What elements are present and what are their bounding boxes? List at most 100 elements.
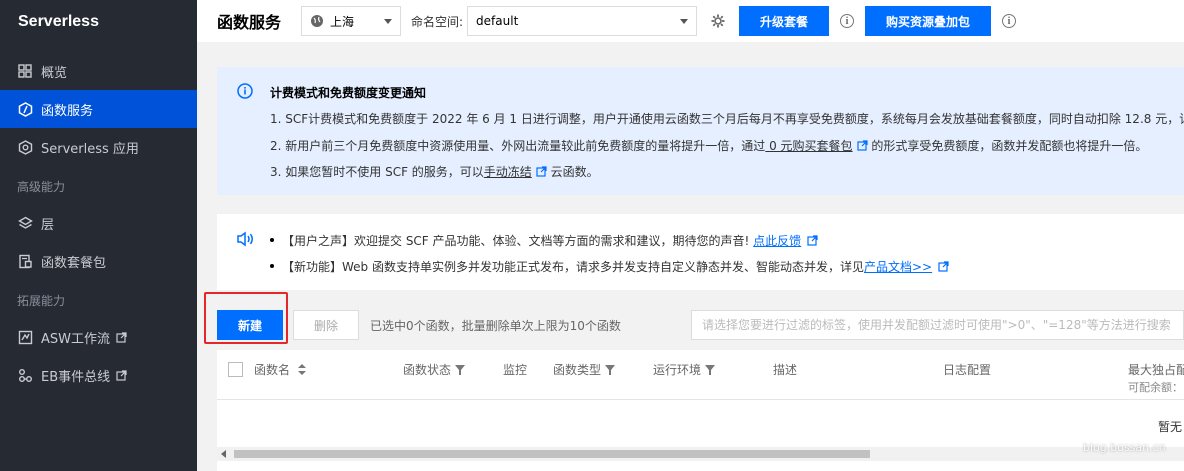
table-header: 函数名 函数状态 监控 函数类型 运行环境 描述 日志配置 最大独占配 可配余额…: [217, 350, 1184, 400]
sidebar-section-extend: 拓展能力: [17, 294, 66, 308]
package-icon: [17, 253, 33, 269]
bullet: [270, 238, 274, 242]
page-title: 函数服务: [217, 13, 282, 32]
info-icon[interactable]: i: [840, 14, 855, 28]
scroll-left-arrow-icon[interactable]: [221, 450, 226, 458]
filter-icon[interactable]: [605, 364, 616, 375]
sidebar-item-label: 层: [41, 217, 55, 233]
buy-package-link[interactable]: 0 元购买套餐包: [765, 139, 852, 153]
scroll-thumb[interactable]: [234, 450, 870, 458]
chevron-down-icon: [384, 18, 392, 24]
notice-line-3-text: 3. 如果您暂时不使用 SCF 的服务，可以: [270, 165, 484, 179]
sidebar-item-label: 概览: [41, 65, 68, 81]
namespace-label: 命名空间:: [411, 14, 464, 29]
select-all-checkbox[interactable]: [228, 362, 243, 377]
column-function-name[interactable]: 函数名: [254, 361, 307, 378]
sidebar-item-label: 函数套餐包: [41, 255, 107, 271]
globe-icon: [310, 14, 324, 28]
external-link-icon: [856, 140, 868, 151]
announcement-panel: 【用户之声】欢迎提交 SCF 产品功能、体验、文档等方面的需求和建议，期待您的声…: [217, 214, 1184, 290]
sidebar-item-functions[interactable]: 函数服务: [0, 90, 197, 128]
filter-icon[interactable]: [455, 364, 466, 375]
upgrade-plan-button[interactable]: 升级套餐: [739, 6, 830, 36]
function-icon: [17, 101, 33, 117]
notice-title: 计费模式和免费额度变更通知: [270, 86, 427, 100]
sidebar-item-eventbus[interactable]: EB事件总线: [0, 356, 197, 394]
sidebar-section-advanced: 高级能力: [17, 180, 66, 194]
announcement-text: 【新功能】Web 函数支持单实例多并发功能正式发布，请求多并发支持自定义静态并发…: [282, 260, 864, 274]
info-icon: [237, 83, 253, 102]
product-docs-link[interactable]: 产品文档>>: [864, 260, 932, 274]
notice-line-3-tail: 云函数。: [546, 165, 599, 179]
sidebar-item-serverless-app[interactable]: Serverless 应用: [0, 128, 197, 166]
column-max-reserved: 最大独占配: [1128, 361, 1184, 378]
column-label: 最大独占配: [1128, 363, 1184, 377]
sidebar-item-package[interactable]: 函数套餐包: [0, 242, 197, 280]
sidebar: Serverless 概览 函数服务 Serverless 应用 高级能力 层 …: [0, 0, 197, 471]
region-select[interactable]: 上海: [301, 6, 401, 36]
highlight-box: [204, 292, 288, 344]
available-balance-label: 可配余额：: [1128, 381, 1183, 394]
bullet: [270, 264, 274, 268]
tag-filter-search[interactable]: 请选择您要进行过滤的标签，使用并发配额过滤时可使用">0"、"=128"等方法进…: [691, 310, 1184, 340]
sidebar-logo: Serverless: [18, 13, 99, 30]
column-function-status[interactable]: 函数状态: [403, 361, 466, 378]
horizontal-scrollbar[interactable]: [217, 447, 1184, 461]
info-icon[interactable]: i: [1002, 14, 1017, 28]
announcement-text: 【用户之声】欢迎提交 SCF 产品功能、体验、文档等方面的需求和建议，期待您的声…: [282, 234, 754, 248]
delete-button[interactable]: 删除: [293, 310, 359, 340]
notice-line-3: 3. 如果您暂时不使用 SCF 的服务，可以手动冻结 云函数。: [270, 163, 599, 180]
external-link-icon: [116, 331, 127, 343]
chevron-down-icon: [680, 18, 689, 24]
namespace-value: default: [476, 14, 519, 28]
manual-freeze-link[interactable]: 手动冻结: [484, 165, 532, 179]
column-label: 运行环境: [653, 363, 702, 377]
column-label: 日志配置: [943, 363, 992, 377]
empty-state-text: 暂无: [1158, 420, 1183, 434]
billing-notice: 计费模式和免费额度变更通知 1. SCF计费模式和免费额度于 2022 年 6 …: [217, 67, 1184, 195]
column-label: 函数名: [254, 363, 291, 377]
functions-table: 函数名 函数状态 监控 函数类型 运行环境 描述 日志配置 最大独占配 可配余额…: [217, 350, 1184, 471]
column-label: 函数类型: [553, 363, 602, 377]
sidebar-item-layers[interactable]: 层: [0, 204, 197, 242]
layers-icon: [17, 215, 33, 231]
grid-icon: [17, 63, 33, 79]
sidebar-item-label: ASW工作流: [41, 331, 110, 347]
event-bus-icon: [17, 367, 33, 383]
feedback-link[interactable]: 点此反馈: [753, 234, 801, 248]
region-value: 上海: [330, 14, 355, 29]
external-link-icon: [536, 166, 547, 177]
namespace-select[interactable]: default: [467, 6, 698, 36]
external-link-icon: [807, 235, 818, 246]
gear-cube-icon: [17, 139, 33, 155]
sidebar-item-label: Serverless 应用: [41, 141, 139, 157]
column-runtime[interactable]: 运行环境: [653, 361, 716, 378]
filter-icon[interactable]: [705, 364, 716, 375]
announcement-row: 【用户之声】欢迎提交 SCF 产品功能、体验、文档等方面的需求和建议，期待您的声…: [270, 232, 818, 249]
notice-line-1: 1. SCF计费模式和免费额度于 2022 年 6 月 1 日进行调整，用户开通…: [270, 112, 1184, 126]
notice-line-2-text: 2. 新用户前三个月免费额度中资源使用量、外网出流量较此前免费额度的量将提升一倍…: [270, 139, 766, 153]
column-description: 描述: [773, 361, 797, 378]
external-link-icon: [116, 369, 127, 381]
sidebar-item-label: 函数服务: [41, 103, 94, 119]
watermark: blog.bossan.cn: [1083, 441, 1166, 454]
external-link-icon: [938, 261, 949, 272]
notice-line-2: 2. 新用户前三个月免费额度中资源使用量、外网出流量较此前免费额度的量将提升一倍…: [270, 137, 1147, 154]
gear-icon[interactable]: [711, 14, 725, 28]
sidebar-item-asw[interactable]: ASW工作流: [0, 318, 197, 356]
sidebar-item-overview[interactable]: 概览: [0, 52, 197, 90]
column-log-config: 日志配置: [943, 361, 991, 378]
topbar: 函数服务 上海 命名空间: default 升级套餐 i 购买资源叠加包 i: [197, 0, 1184, 42]
column-label: 描述: [773, 363, 798, 377]
sidebar-item-label: EB事件总线: [41, 369, 111, 385]
announcement-row: 【新功能】Web 函数支持单实例多并发功能正式发布，请求多并发支持自定义静态并发…: [270, 258, 949, 275]
column-label: 监控: [503, 363, 528, 377]
buy-resource-pack-button[interactable]: 购买资源叠加包: [865, 6, 992, 36]
column-function-type[interactable]: 函数类型: [553, 361, 616, 378]
column-label: 函数状态: [403, 363, 452, 377]
speaker-icon: [237, 231, 255, 250]
sort-icon[interactable]: [298, 364, 307, 375]
notice-line-2-tail: 的形式享受免费额度，函数并发配额也将提升一倍。: [867, 139, 1148, 153]
workflow-icon: [17, 329, 33, 345]
column-monitor: 监控: [503, 361, 527, 378]
